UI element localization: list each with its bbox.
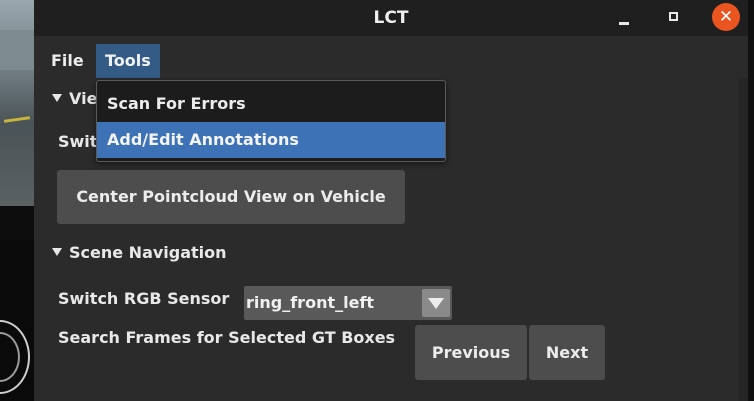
collapse-triangle-icon [52, 248, 62, 256]
close-icon[interactable]: ✕ [712, 3, 740, 31]
title-bar[interactable]: LCT ✕ [34, 0, 748, 36]
pointcloud-preview [0, 240, 34, 401]
menu-item-add-edit-annotations[interactable]: Add/Edit Annotations [97, 122, 445, 158]
scene-navigation-header[interactable]: Scene Navigation [52, 243, 227, 262]
camera-image-building [0, 30, 34, 70]
next-button[interactable]: Next [529, 325, 605, 380]
lct-window: LCT ✕ File Tools Vie Swit Center Pointcl… [34, 0, 748, 401]
previous-button[interactable]: Previous [415, 325, 527, 380]
view-switch-label: Swit [58, 132, 98, 151]
camera-image-lane-marking [3, 116, 31, 123]
view-section-header[interactable]: Vie [52, 89, 97, 108]
menu-item-scan-for-errors[interactable]: Scan For Errors [97, 86, 445, 122]
menu-bar: File Tools [34, 44, 748, 78]
background-edge [748, 0, 754, 401]
minimize-icon[interactable] [612, 6, 636, 30]
menu-file[interactable]: File [42, 44, 93, 78]
tools-dropdown-menu: Scan For Errors Add/Edit Annotations [96, 80, 446, 162]
camera-image-preview [0, 0, 34, 206]
center-pointcloud-button[interactable]: Center Pointcloud View on Vehicle [57, 170, 405, 224]
chevron-down-icon[interactable] [422, 289, 450, 317]
search-frames-label: Search Frames for Selected GT Boxes [58, 328, 396, 347]
switch-rgb-sensor-label: Switch RGB Sensor [58, 289, 230, 308]
collapse-triangle-icon [52, 94, 62, 102]
window-title: LCT [373, 8, 409, 28]
rgb-sensor-select[interactable]: ring_front_left [244, 286, 452, 320]
maximize-icon[interactable] [662, 6, 686, 30]
menu-tools[interactable]: Tools [96, 44, 160, 78]
background-application [0, 0, 34, 401]
rgb-sensor-value: ring_front_left [246, 293, 375, 312]
view-section-header-label: Vie [69, 89, 98, 108]
scene-navigation-header-label: Scene Navigation [69, 243, 227, 262]
scrollbar[interactable] [738, 78, 748, 401]
